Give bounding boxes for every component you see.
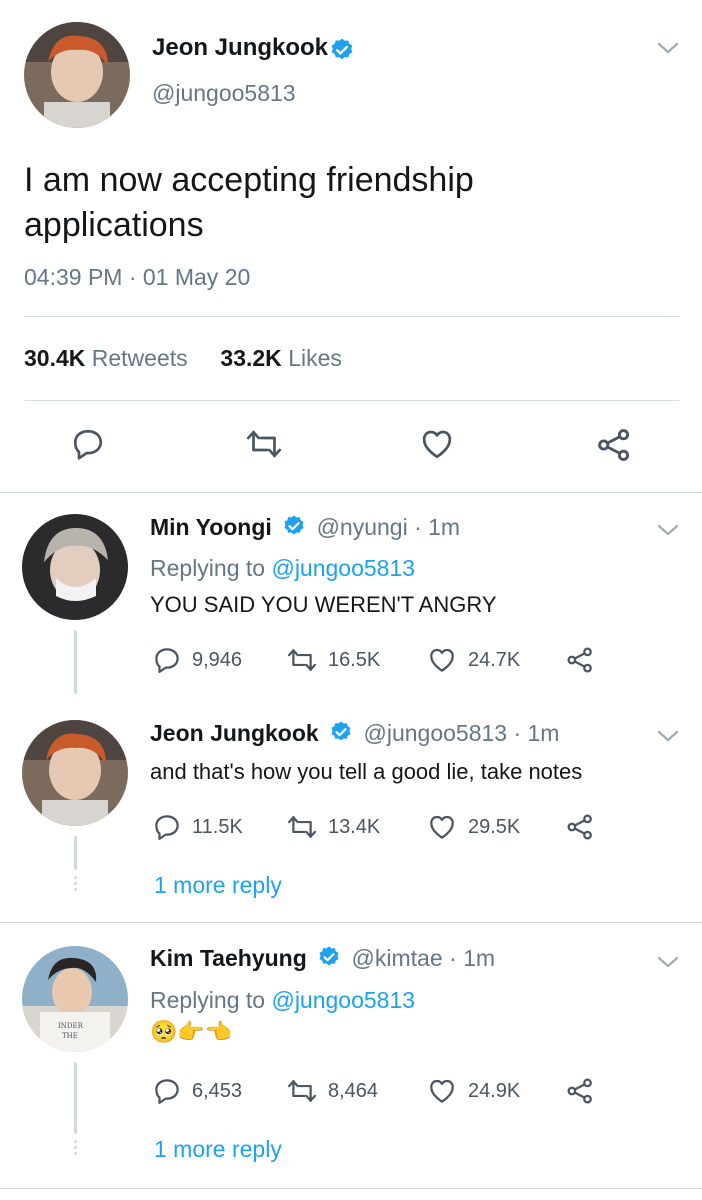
author-name[interactable]: Jeon Jungkook	[152, 34, 328, 62]
reply-author-handle[interactable]: @jungoo5813	[363, 720, 507, 746]
reply-author-handle[interactable]: @nyungi	[317, 514, 408, 540]
thread-line	[74, 630, 77, 694]
more-replies-link[interactable]: 1 more reply	[154, 872, 282, 899]
reply-count-button[interactable]: 9,946	[152, 645, 242, 675]
retweet-count-button[interactable]: 13.4K	[286, 812, 380, 842]
chevron-down-icon[interactable]	[656, 522, 680, 543]
tweet-text: I am now accepting friendship applicatio…	[24, 158, 474, 248]
divider	[24, 400, 680, 401]
tweet-text-line: I am now accepting friendship	[24, 161, 474, 199]
retweet-button[interactable]	[244, 426, 284, 462]
retweets-count[interactable]: 30.4K	[24, 345, 85, 371]
thread-dots	[74, 1140, 77, 1158]
replying-to: Replying to @jungoo5813	[150, 987, 415, 1014]
tweet-timestamp[interactable]: 04:39 PM · 01 May 20	[24, 264, 250, 291]
like-count: 24.9K	[468, 1079, 521, 1102]
reply-count: 11.5K	[192, 815, 243, 838]
tweet-stats: 30.4K Retweets 33.2K Likes	[24, 345, 342, 372]
more-replies-link[interactable]: 1 more reply	[154, 1136, 282, 1163]
retweet-count-button[interactable]: 8,464	[286, 1076, 378, 1106]
retweets-label[interactable]: Retweets	[92, 345, 188, 371]
heart-icon	[430, 815, 454, 839]
share-button[interactable]	[565, 812, 595, 842]
heart-icon	[422, 430, 452, 459]
retweet-count: 16.5K	[328, 648, 381, 671]
replying-to-prefix: Replying to	[150, 987, 266, 1013]
reply-header: Jeon Jungkook @jungoo5813 · 1m	[150, 720, 559, 750]
tweet-text-line: applications	[24, 206, 204, 244]
reply-time[interactable]: · 1m	[414, 514, 460, 540]
like-count: 24.7K	[468, 648, 521, 671]
reply-icon	[155, 815, 179, 840]
thread-line	[74, 1062, 77, 1134]
likes-count[interactable]: 33.2K	[220, 345, 281, 371]
reply-avatar[interactable]: INDER THE	[22, 946, 128, 1052]
author-handle[interactable]: @jungoo5813	[152, 80, 296, 107]
chevron-down-icon[interactable]	[656, 954, 680, 975]
reply-time[interactable]: · 1m	[513, 720, 559, 746]
verified-icon	[317, 945, 341, 975]
reply-count-button[interactable]: 6,453	[152, 1076, 242, 1106]
reply-header: Kim Taehyung @kimtae · 1m	[150, 945, 495, 975]
reply-icon	[155, 1079, 179, 1104]
like-count-button[interactable]: 29.5K	[426, 812, 520, 842]
retweet-icon	[287, 649, 317, 671]
svg-text:THE: THE	[62, 1032, 78, 1040]
retweet-icon	[287, 816, 317, 838]
reply-author-name[interactable]: Min Yoongi	[150, 514, 272, 540]
like-count-button[interactable]: 24.7K	[426, 645, 520, 675]
retweet-count: 8,464	[328, 1079, 379, 1102]
reply-avatar[interactable]	[22, 514, 128, 620]
verified-icon	[329, 37, 355, 68]
reply-avatar[interactable]	[22, 720, 128, 826]
reply-time[interactable]: · 1m	[449, 945, 495, 971]
reply-icon	[155, 648, 179, 673]
reply-header: Min Yoongi @nyungi · 1m	[150, 514, 460, 544]
share-icon	[567, 1078, 592, 1104]
retweet-count-button[interactable]: 16.5K	[286, 645, 380, 675]
replying-to: Replying to @jungoo5813	[150, 555, 415, 582]
replying-to-link[interactable]: @jungoo5813	[271, 987, 415, 1013]
reply-count: 6,453	[192, 1079, 243, 1102]
like-button[interactable]	[418, 426, 456, 462]
replying-to-prefix: Replying to	[150, 555, 266, 581]
divider	[0, 492, 702, 493]
svg-text:INDER: INDER	[58, 1022, 84, 1030]
divider	[0, 922, 702, 923]
like-count: 29.5K	[468, 815, 521, 838]
reply-icon	[73, 429, 103, 460]
reply-emoji-text: 🥺👉👈	[150, 1020, 233, 1045]
share-icon	[598, 429, 630, 461]
retweet-icon	[287, 1080, 317, 1102]
verified-icon	[329, 720, 353, 750]
divider	[0, 1188, 702, 1189]
heart-icon	[430, 648, 454, 672]
reply-author-name[interactable]: Kim Taehyung	[150, 945, 307, 971]
reply-count: 9,946	[192, 648, 243, 671]
chevron-down-icon[interactable]	[656, 728, 680, 749]
reply-author-name[interactable]: Jeon Jungkook	[150, 720, 319, 746]
reply-button[interactable]	[70, 426, 106, 462]
retweet-icon	[246, 430, 282, 458]
heart-icon	[430, 1079, 454, 1103]
share-button[interactable]	[565, 1076, 595, 1106]
chevron-down-icon[interactable]	[656, 40, 680, 61]
divider	[24, 316, 680, 317]
thread-dots	[74, 876, 77, 894]
share-icon	[567, 814, 592, 840]
share-button[interactable]	[595, 426, 633, 464]
reply-text: and that's how you tell a good lie, take…	[150, 759, 583, 784]
reply-text: YOU SAID YOU WEREN'T ANGRY	[150, 592, 497, 617]
thread-line	[74, 836, 77, 870]
share-button[interactable]	[565, 645, 595, 675]
replying-to-link[interactable]: @jungoo5813	[271, 555, 415, 581]
share-icon	[567, 647, 592, 673]
likes-label[interactable]: Likes	[288, 345, 342, 371]
reply-count-button[interactable]: 11.5K	[152, 812, 243, 842]
reply-author-handle[interactable]: @kimtae	[352, 945, 443, 971]
retweet-count: 13.4K	[328, 815, 381, 838]
like-count-button[interactable]: 24.9K	[426, 1076, 520, 1106]
author-avatar[interactable]	[24, 22, 130, 128]
verified-icon	[282, 514, 306, 544]
